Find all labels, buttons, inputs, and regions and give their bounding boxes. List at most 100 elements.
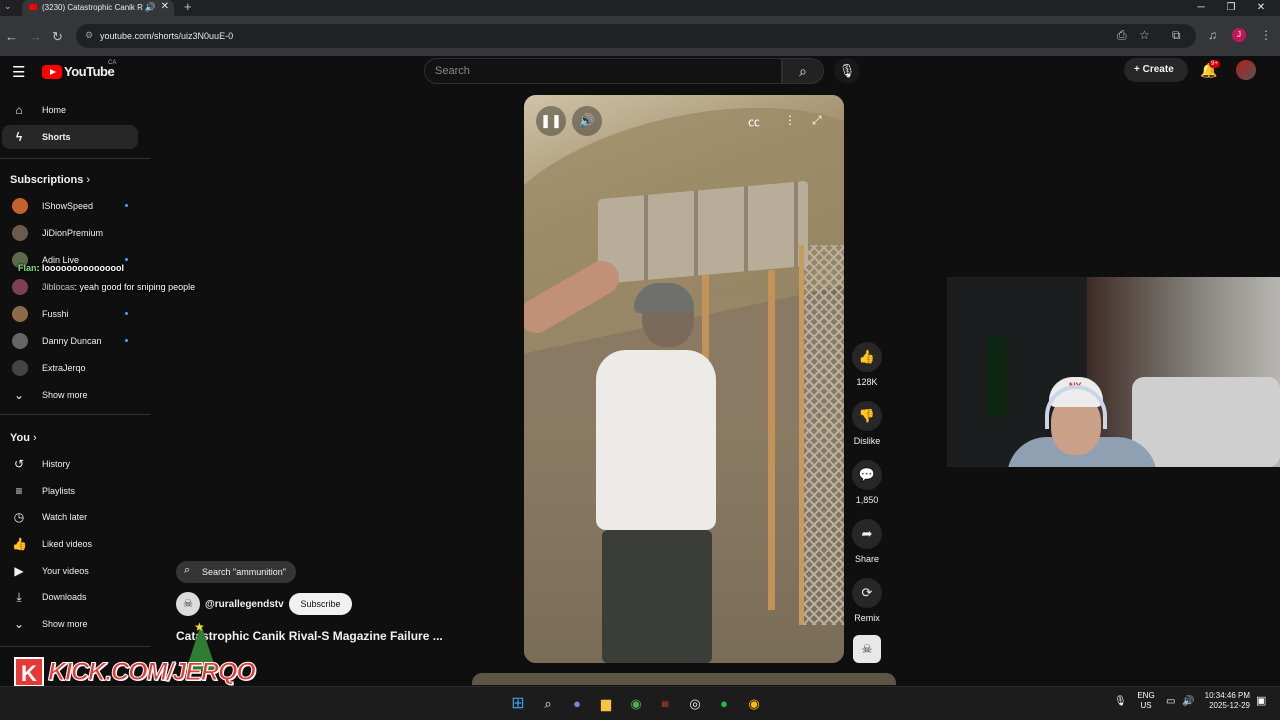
sound-channel-thumbnail[interactable]: ☠ (853, 635, 881, 663)
browser-menu-icon[interactable]: ⋮ (1260, 28, 1272, 42)
sidebar-item-playlists[interactable]: ≡ Playlists (2, 479, 138, 503)
search-input[interactable]: Search (424, 58, 782, 84)
taskbar-search-icon[interactable]: ⌕ (538, 694, 558, 714)
fullscreen-icon[interactable]: ⤢ (812, 113, 822, 128)
tab-audio-icon[interactable]: 🔊 (145, 2, 156, 13)
browser-tab-bar: ⌄ (3230) Catastrophic Canik R 🔊 ✕ + ─ ❐ … (0, 0, 1280, 16)
you-heading[interactable]: You › (10, 432, 37, 444)
shorts-video-player[interactable]: ❚❚ 🔊 ㏄ ⋮ ⤢ (524, 95, 844, 663)
back-icon[interactable]: ← (5, 29, 18, 44)
tab-close-icon[interactable]: ✕ (161, 1, 169, 12)
video-title[interactable]: Catastrophic Canik Rival-S Magazine Fail… (176, 629, 443, 643)
mic-tray-icon[interactable]: 🎙 (1114, 697, 1127, 707)
chevron-right-icon: › (86, 174, 91, 186)
pause-button[interactable]: ❚❚ (536, 106, 566, 136)
sidebar-item-subscription[interactable]: IShowSpeed (2, 194, 138, 218)
region-code: US (1140, 701, 1152, 710)
sidebar-item-you-show-more[interactable]: ⌄ Show more (2, 612, 138, 636)
sidebar-item-subscription[interactable]: Danny Duncan (2, 329, 138, 353)
youtube-logo[interactable]: YouTube CA (42, 60, 116, 79)
sidebar-item-history[interactable]: ↺ History (2, 452, 138, 476)
subscriptions-heading[interactable]: Subscriptions › (10, 174, 90, 186)
sidebar-item-shorts[interactable]: ϟ Shorts (2, 125, 138, 149)
logo-wordmark: YouTube (64, 64, 115, 79)
sidebar-item-label: Home (42, 105, 67, 115)
sidebar-item-subscription[interactable]: JiDionPremium (2, 221, 138, 245)
dislike-action[interactable]: 👎 Dislike (850, 401, 884, 446)
minimize-icon[interactable]: ─ (1186, 0, 1216, 16)
chrome-active-icon[interactable]: ◉ (744, 694, 764, 714)
obs-icon[interactable]: ◎ (685, 694, 705, 714)
system-clock[interactable]: 10:34:46 PM 2025-12-29 (1200, 691, 1250, 711)
window-close-icon[interactable]: ✕ (1246, 0, 1276, 16)
tab-list-icon[interactable]: ⌄ (4, 1, 12, 12)
share-action[interactable]: ➦ Share (850, 519, 884, 564)
chevron-down-icon: ⌄ (13, 388, 25, 402)
file-explorer-icon[interactable]: ▆ (596, 694, 616, 714)
account-avatar[interactable] (1236, 60, 1256, 80)
spotify-icon[interactable]: ● (714, 694, 734, 714)
voice-search-button[interactable]: 🎙 (834, 58, 860, 84)
dislike-icon[interactable]: 👎 (852, 401, 882, 431)
forward-icon[interactable]: → (29, 29, 42, 44)
site-info-icon[interactable]: ⚙ (85, 30, 93, 41)
search-chip-label: Search "ammunition" (202, 567, 286, 577)
maximize-icon[interactable]: ❐ (1216, 0, 1246, 16)
media-control-icon[interactable]: ♫ (1208, 28, 1217, 42)
webcam-couch (1132, 377, 1280, 467)
subscribe-button[interactable]: Subscribe (289, 593, 352, 615)
network-icon[interactable]: ▭ (1166, 697, 1175, 707)
kick-logo-icon: K (14, 657, 44, 687)
windows-start-icon[interactable]: ⊞ (508, 694, 528, 714)
streamer-webcam: NY (947, 277, 1280, 467)
chat-text: : yeah good for sniping people (74, 282, 196, 292)
reload-icon[interactable]: ↻ (52, 29, 63, 45)
clock-date: 2025-12-29 (1209, 701, 1250, 710)
install-app-icon[interactable]: ⎙ (1117, 28, 1127, 43)
sidebar-item-liked-videos[interactable]: 👍 Liked videos (2, 532, 138, 556)
comment-icon[interactable]: 💬 (852, 460, 882, 490)
like-action[interactable]: 👍 128K (850, 342, 884, 387)
notification-center-icon[interactable]: ▣ (1256, 696, 1266, 707)
share-label: Share (854, 554, 880, 564)
url-field[interactable]: ⚙ youtube.com/shorts/uiz3N0uuE-0 (76, 24, 1196, 48)
sidebar-item-subscription[interactable]: ExtraJerqo (2, 356, 138, 380)
volume-icon: 🔊 (578, 113, 596, 128)
sidebar-item-subscription[interactable]: Fusshi (2, 302, 138, 326)
live-indicator (125, 204, 128, 207)
remix-action[interactable]: ⟳ Remix (850, 578, 884, 623)
language-indicator[interactable]: ENG US (1134, 691, 1158, 711)
volume-button[interactable]: 🔊 (572, 106, 602, 136)
browser-profile-avatar[interactable]: J (1232, 28, 1246, 42)
browser-tab[interactable]: (3230) Catastrophic Canik R 🔊 ✕ (22, 0, 174, 16)
search-suggestion-chip[interactable]: ⌕ Search "ammunition" (176, 561, 296, 583)
remix-icon[interactable]: ⟳ (852, 578, 882, 608)
chrome-icon[interactable]: ◉ (626, 694, 646, 714)
sidebar-item-watch-later[interactable]: ◷ Watch later (2, 505, 138, 529)
video-scene-person-shirt (596, 350, 716, 530)
notifications-badge: 9+ (1209, 60, 1220, 68)
channel-name[interactable]: @rurallegendstv (205, 599, 284, 610)
discord-icon[interactable]: ● (567, 694, 587, 714)
search-button[interactable]: ⌕ (782, 58, 824, 84)
next-short-preview[interactable] (472, 673, 896, 685)
voicemeeter-icon[interactable]: ▤ (655, 694, 675, 714)
more-options-icon[interactable]: ⋮ (784, 113, 796, 127)
new-tab-button[interactable]: + (184, 0, 192, 14)
captions-icon[interactable]: ㏄ (748, 113, 760, 130)
sidebar-item-subs-show-more[interactable]: ⌄ Show more (2, 383, 138, 407)
like-icon[interactable]: 👍 (852, 342, 882, 372)
sidebar-item-downloads[interactable]: ⤓ Downloads (2, 585, 138, 609)
windows-taskbar: ⊞ ⌕ ● ▆ ◉ ▤ ◎ ● ◉ 🎙 ENG US ▭ 🔊 10:34:46 … (0, 686, 1280, 720)
sidebar-item-your-videos[interactable]: ▶ Your videos (2, 559, 138, 583)
sidebar-item-home[interactable]: ⌂ Home (2, 98, 138, 122)
channel-avatar[interactable]: ☠ (176, 592, 200, 616)
comments-action[interactable]: 💬 1,850 (850, 460, 884, 505)
menu-icon[interactable]: ☰ (12, 63, 25, 81)
extensions-icon[interactable]: ⧉ (1172, 28, 1181, 43)
share-icon[interactable]: ➦ (852, 519, 882, 549)
address-bar-row: ← → ↻ ⚙ youtube.com/shorts/uiz3N0uuE-0 ⎙… (0, 16, 1280, 56)
bookmark-star-icon[interactable]: ☆ (1139, 28, 1150, 42)
volume-tray-icon[interactable]: 🔊 (1182, 697, 1194, 707)
create-button[interactable]: + Create (1124, 58, 1188, 82)
